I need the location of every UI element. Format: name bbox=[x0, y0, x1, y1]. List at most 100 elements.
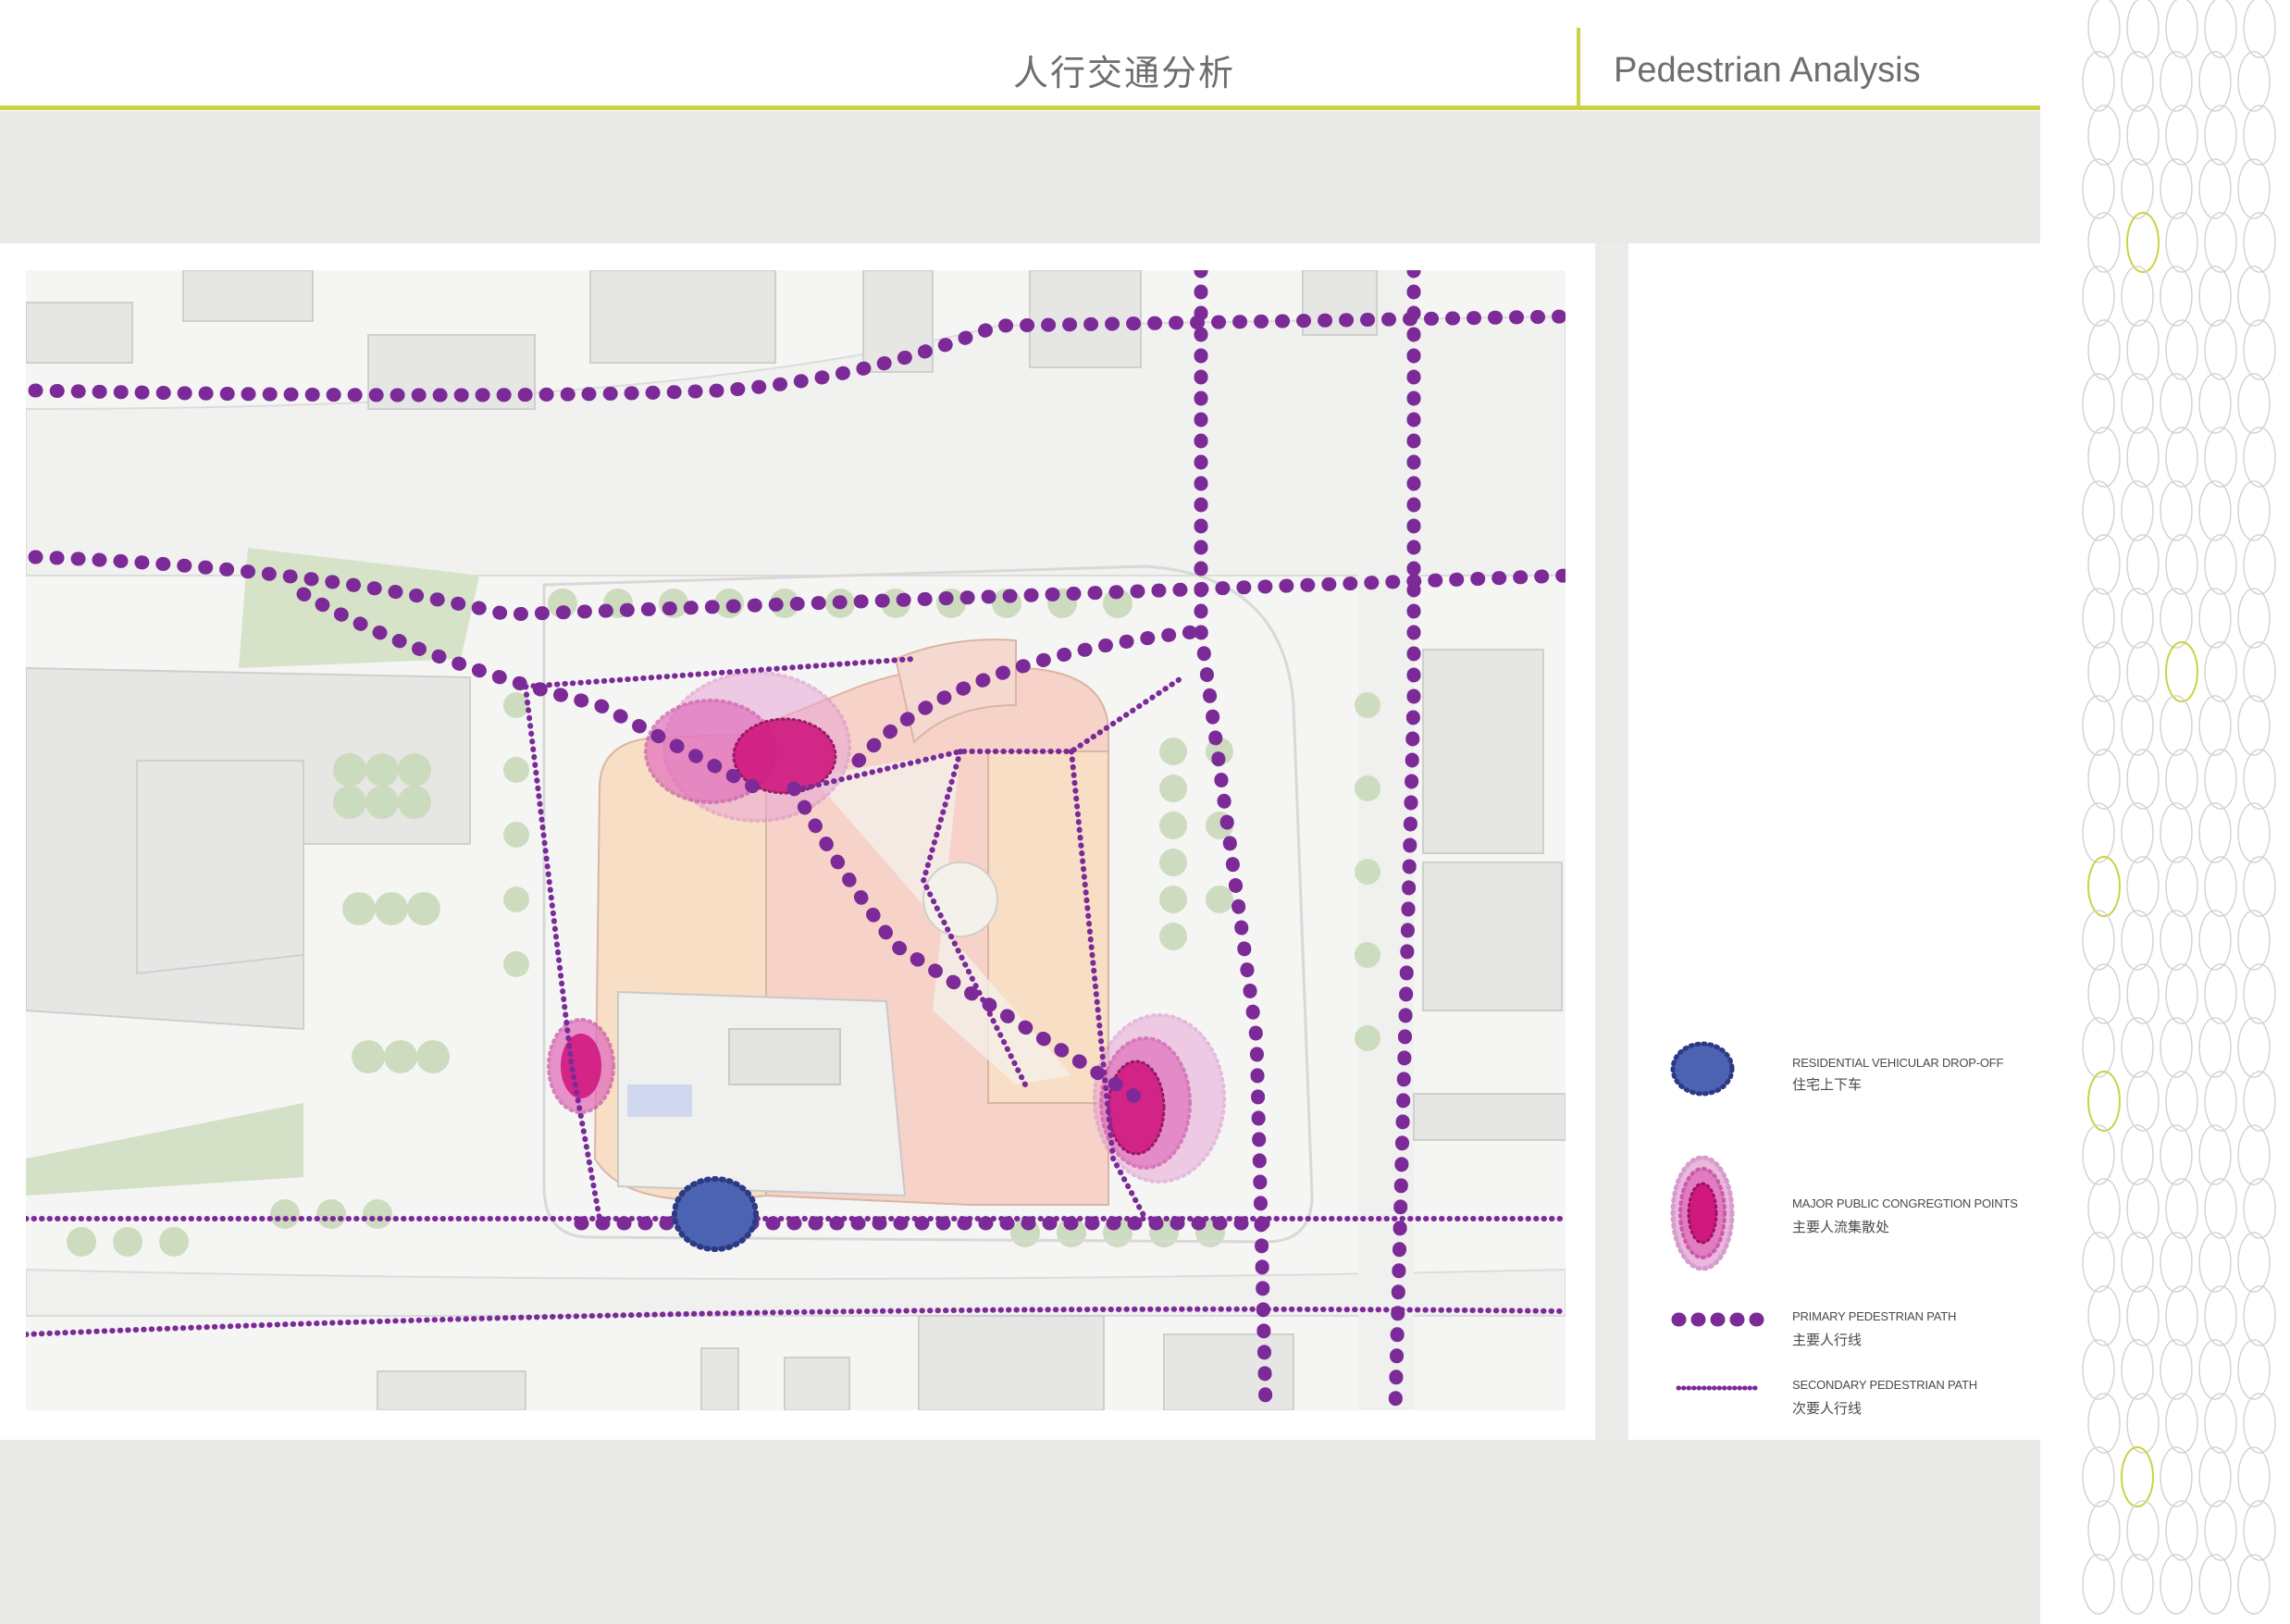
decorative-ring bbox=[2087, 749, 2121, 810]
decorative-ring bbox=[2121, 802, 2154, 863]
decorative-ring bbox=[2204, 1500, 2237, 1561]
decorative-ring bbox=[2243, 641, 2276, 702]
decorative-ring bbox=[2087, 1071, 2121, 1132]
decorative-ring bbox=[2082, 1232, 2115, 1293]
decorative-ring bbox=[2121, 1124, 2154, 1185]
decorative-ring bbox=[2082, 802, 2115, 863]
decorative-ring bbox=[2237, 802, 2271, 863]
decorative-ring bbox=[2160, 266, 2193, 327]
decorative-ring bbox=[2126, 212, 2160, 273]
decorative-ring bbox=[2160, 910, 2193, 971]
decorative-ring bbox=[2121, 1554, 2154, 1615]
decorative-ring bbox=[2126, 105, 2160, 166]
decorative-ring bbox=[2243, 856, 2276, 917]
decorative-ring bbox=[2243, 427, 2276, 488]
decorative-ring bbox=[2160, 802, 2193, 863]
decorative-ring bbox=[2237, 910, 2271, 971]
decorative-ring bbox=[2121, 588, 2154, 649]
decorative-ring bbox=[2204, 1393, 2237, 1454]
decorative-ring bbox=[2198, 1554, 2232, 1615]
decorative-ring bbox=[2237, 1124, 2271, 1185]
decorative-ring bbox=[2204, 105, 2237, 166]
secondary-path-icon bbox=[1676, 1385, 1761, 1391]
decorative-ring bbox=[2160, 1339, 2193, 1400]
decorative-ring bbox=[2121, 695, 2154, 756]
decorative-ring bbox=[2198, 802, 2232, 863]
decorative-ring bbox=[2198, 1446, 2232, 1507]
decorative-ring bbox=[2126, 1500, 2160, 1561]
decorative-ring bbox=[2087, 0, 2121, 58]
decorative-ring bbox=[2165, 963, 2198, 1024]
magenta-congregation-icon bbox=[1670, 1155, 1735, 1271]
decorative-ring bbox=[2204, 534, 2237, 595]
decorative-ring bbox=[2237, 51, 2271, 112]
decorative-ring bbox=[2082, 480, 2115, 541]
decorative-ring bbox=[2082, 51, 2115, 112]
decorative-ring bbox=[2165, 0, 2198, 58]
decorative-ring bbox=[2165, 1285, 2198, 1346]
decorative-ring bbox=[2243, 1285, 2276, 1346]
decorative-ring bbox=[2126, 0, 2160, 58]
decorative-ring bbox=[2243, 105, 2276, 166]
decorative-ring bbox=[2243, 1500, 2276, 1561]
primary-path-icon bbox=[1671, 1312, 1765, 1327]
decorative-ring bbox=[2087, 856, 2121, 917]
decorative-ring bbox=[2082, 588, 2115, 649]
decorative-ring bbox=[2204, 212, 2237, 273]
decorative-ring bbox=[2237, 158, 2271, 219]
decorative-ring bbox=[2087, 427, 2121, 488]
decorative-ring bbox=[2243, 534, 2276, 595]
decorative-ring bbox=[2087, 1500, 2121, 1561]
decorative-ring bbox=[2243, 749, 2276, 810]
decorative-ring bbox=[2126, 963, 2160, 1024]
site-plan-map bbox=[26, 270, 1566, 1410]
decorative-ring bbox=[2087, 319, 2121, 380]
decorative-ring bbox=[2198, 158, 2232, 219]
decorative-ring bbox=[2237, 266, 2271, 327]
decorative-ring bbox=[2243, 963, 2276, 1024]
decorative-ring bbox=[2165, 1071, 2198, 1132]
decorative-ring bbox=[2087, 963, 2121, 1024]
decorative-ring bbox=[2126, 1285, 2160, 1346]
decorative-ring bbox=[2204, 856, 2237, 917]
decorative-ring bbox=[2087, 212, 2121, 273]
decorative-ring bbox=[2243, 1393, 2276, 1454]
decorative-ring bbox=[2121, 1446, 2154, 1507]
header-divider bbox=[1577, 28, 1580, 107]
decorative-ring bbox=[2082, 695, 2115, 756]
decorative-ring bbox=[2121, 51, 2154, 112]
decorative-ring bbox=[2082, 1124, 2115, 1185]
decorative-ring bbox=[2126, 641, 2160, 702]
decorative-ring bbox=[2126, 749, 2160, 810]
decorative-ring bbox=[2237, 1446, 2271, 1507]
decorative-ring bbox=[2237, 373, 2271, 434]
decorative-ring bbox=[2165, 105, 2198, 166]
decorative-ring bbox=[2082, 158, 2115, 219]
bottom-band bbox=[0, 1440, 2040, 1624]
decorative-ring bbox=[2198, 1124, 2232, 1185]
decorative-ring bbox=[2165, 534, 2198, 595]
legend-label-cn: 住宅上下车 bbox=[1792, 1076, 1863, 1093]
decorative-ring bbox=[2160, 1446, 2193, 1507]
decorative-ring bbox=[2126, 1178, 2160, 1239]
decorative-ring bbox=[2126, 427, 2160, 488]
legend-item-congregation: MAJOR PUBLIC CONGREGTION POINTS 主要人流集散处 bbox=[1628, 1150, 2040, 1271]
decorative-ring bbox=[2087, 1178, 2121, 1239]
legend-panel: RESIDENTIAL VEHICULAR DROP-OFF 住宅上下车 MAJ… bbox=[1628, 243, 2040, 1440]
decorative-ring bbox=[2243, 1178, 2276, 1239]
legend-item-dropoff: RESIDENTIAL VEHICULAR DROP-OFF 住宅上下车 bbox=[1628, 1039, 2040, 1150]
decorative-ring bbox=[2198, 1339, 2232, 1400]
decorative-ring bbox=[2126, 319, 2160, 380]
decorative-ring bbox=[2082, 1339, 2115, 1400]
decorative-ring bbox=[2160, 588, 2193, 649]
decorative-ring bbox=[2165, 856, 2198, 917]
decorative-ring bbox=[2121, 1339, 2154, 1400]
decorative-ring bbox=[2237, 1017, 2271, 1078]
decorative-ring bbox=[2237, 695, 2271, 756]
decorative-ring bbox=[2237, 1232, 2271, 1293]
decorative-ring bbox=[2160, 1017, 2193, 1078]
decorative-ring bbox=[2243, 0, 2276, 58]
top-band bbox=[0, 111, 2040, 243]
decorative-ring bbox=[2198, 910, 2232, 971]
decorative-ring bbox=[2243, 1071, 2276, 1132]
